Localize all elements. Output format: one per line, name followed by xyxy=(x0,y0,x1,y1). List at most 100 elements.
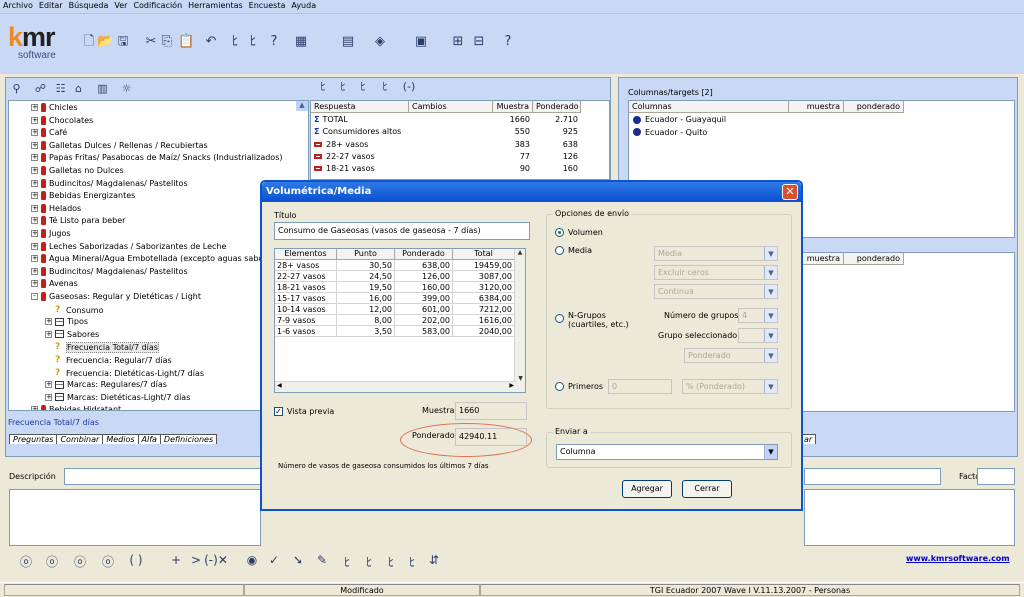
weight-b-icon[interactable]: ﾋ xyxy=(333,80,353,93)
target2-header[interactable]: ponderado xyxy=(844,253,904,265)
weight-d-icon[interactable]: ﾋ xyxy=(375,80,395,93)
chart-icon[interactable]: ▣ xyxy=(413,34,429,50)
tree-item[interactable]: - Gaseosas: Regular y Dietéticas / Light xyxy=(31,291,201,304)
weight-c-icon[interactable]: ﾋ xyxy=(353,80,373,93)
menu-1[interactable]: Editar xyxy=(36,0,66,11)
response-row[interactable]: 18-21 vasos 90 160 xyxy=(311,163,609,175)
expand-icon[interactable]: + xyxy=(45,381,52,389)
scroll-right-icon[interactable]: ▶ xyxy=(509,382,514,389)
radio-icon[interactable] xyxy=(555,382,564,391)
eye-icon[interactable]: ◉ xyxy=(240,553,264,567)
new-file-icon[interactable]: 🗋 xyxy=(81,34,97,50)
table-icon[interactable]: ▤ xyxy=(340,34,356,50)
expand-icon[interactable]: + xyxy=(31,129,38,137)
collapse-icon[interactable]: - xyxy=(31,293,38,300)
tab-2[interactable]: Medios xyxy=(102,434,139,444)
titulo-input[interactable]: Consumo de Gaseosas (vasos de gaseosa - … xyxy=(274,222,530,240)
sort-icon[interactable]: ⇵ xyxy=(422,553,446,567)
tree-item[interactable]: + Helados xyxy=(31,203,81,216)
menu-4[interactable]: Codificación xyxy=(130,0,185,11)
tree-item[interactable]: + Bebidas Energizantes xyxy=(31,190,135,203)
agregar-button[interactable]: Agregar xyxy=(622,480,672,498)
target-header[interactable]: Columnas xyxy=(629,101,789,113)
weight-s-icon[interactable]: ﾋ xyxy=(227,34,243,50)
chevron-down-icon[interactable]: ▼ xyxy=(764,445,777,459)
tree-item[interactable]: + Avenas xyxy=(31,278,78,291)
help-icon[interactable]: ? xyxy=(266,34,282,50)
weight-icon[interactable]: ﾋ xyxy=(335,553,359,570)
grid-tool-icon[interactable]: ▥ xyxy=(96,82,109,95)
menu-7[interactable]: Ayuda xyxy=(288,0,319,11)
expand-icon[interactable]: + xyxy=(45,393,52,401)
response-header[interactable]: Respuesta xyxy=(311,101,409,113)
binoculars-icon[interactable]: ⚲ xyxy=(10,82,23,95)
expand-icon[interactable]: + xyxy=(31,167,38,174)
expand-icon[interactable]: + xyxy=(31,230,38,237)
circle-a-icon[interactable]: ⓞ xyxy=(14,553,38,570)
grid-row[interactable]: 7-9 vasos 8,00 202,00 1616,00 xyxy=(275,315,515,326)
radio-volumen[interactable]: Volumen xyxy=(555,228,603,237)
factor-input[interactable] xyxy=(977,468,1015,485)
question-icon[interactable]: ? xyxy=(500,34,516,50)
circle-b-icon[interactable]: ⓞ xyxy=(40,553,64,570)
open-folder-icon[interactable]: 📂 xyxy=(97,34,113,50)
elements-grid[interactable]: Elementos Punto Ponderado Total 28+ vasos 30… xyxy=(274,248,526,393)
tree-item[interactable]: + Budincitos/ Magdalenas/ Pastelitos xyxy=(31,178,188,191)
tree-item[interactable]: + Leches Saborizadas / Saborizantes de Le… xyxy=(31,241,226,254)
bracket-icon[interactable]: (-) xyxy=(399,80,419,93)
tree-item[interactable]: + Tipos xyxy=(45,316,88,329)
expand-icon[interactable]: + xyxy=(31,280,38,288)
tree-scroll-up[interactable]: ▲ xyxy=(296,101,308,111)
expand-icon[interactable]: + xyxy=(31,154,38,162)
response-header[interactable]: Muestra xyxy=(493,101,533,113)
target-row[interactable]: Ecuador - Guayaquil xyxy=(633,114,726,126)
radio-ngrupos[interactable]: N-Grupos (cuartiles, etc.) xyxy=(555,311,635,329)
enviar-dropdown[interactable]: Columna ▼ xyxy=(556,444,778,460)
grid-row[interactable]: 18-21 vasos 19,50 160,00 3120,00 xyxy=(275,282,515,293)
arrow-icon[interactable]: ➘ xyxy=(286,553,310,567)
expand-icon[interactable]: + xyxy=(31,242,38,250)
tree-item[interactable]: + Budincitos/ Magdalenas/ Pastelitos xyxy=(31,266,188,279)
close-icon[interactable]: ✕ xyxy=(782,184,798,200)
target-header[interactable]: ponderado xyxy=(844,101,904,113)
expand-icon[interactable]: + xyxy=(31,406,38,410)
tree-item[interactable]: + Café xyxy=(31,127,67,140)
response-row[interactable]: Σ TOTAL 1660 2.710 xyxy=(311,114,609,126)
description-textarea[interactable] xyxy=(9,489,261,546)
weight-s2-icon[interactable]: ﾋ xyxy=(245,34,261,50)
weight2-icon[interactable]: ﾋ xyxy=(357,553,381,570)
circle-d-icon[interactable]: ⓞ xyxy=(96,553,120,570)
grid-header[interactable]: Elementos xyxy=(275,249,337,260)
expand-icon[interactable]: + xyxy=(31,255,38,263)
tree-item[interactable]: + Té Listo para beber xyxy=(31,215,125,228)
tree-item[interactable]: + Chocolates xyxy=(31,115,93,128)
description-textarea-tail[interactable] xyxy=(804,489,1015,546)
menu-3[interactable]: Ver xyxy=(111,0,130,11)
tab-3[interactable]: Alfa xyxy=(137,434,161,444)
grid-row[interactable]: 28+ vasos 30,50 638,00 19459,00 xyxy=(275,260,515,271)
grid-row[interactable]: 10-14 vasos 12,00 601,00 7212,00 xyxy=(275,304,515,315)
response-list[interactable]: Respuesta Cambios Muestra Ponderado Σ TOTAL 1… xyxy=(310,100,610,180)
cerrar-button[interactable]: Cerrar xyxy=(682,480,732,498)
paste-icon[interactable]: 📋 xyxy=(178,34,194,50)
radio-icon[interactable] xyxy=(555,246,564,255)
expand-icon[interactable]: + xyxy=(31,217,38,225)
tree-item[interactable]: + Bebidas Hidratant... xyxy=(31,404,129,410)
tree-item[interactable]: + Sabores xyxy=(45,329,99,342)
tab-1[interactable]: Combinar xyxy=(56,434,104,444)
response-header[interactable]: Ponderado xyxy=(533,101,581,113)
lamp-icon[interactable]: ☼ xyxy=(120,82,133,95)
expand-icon[interactable]: + xyxy=(31,141,38,149)
grid-row[interactable]: 15-17 vasos 16,00 399,00 6384,00 xyxy=(275,293,515,304)
tree-item[interactable]: ? Frecuencia: Regular/7 días xyxy=(45,354,172,367)
save-icon[interactable]: 🖫 xyxy=(115,34,131,50)
tree-item[interactable]: + Galletas Dulces / Rellenas / Recubierta… xyxy=(31,140,208,153)
menu-2[interactable]: Búsqueda xyxy=(66,0,112,11)
expand-icon[interactable]: + xyxy=(31,192,38,200)
tree-item[interactable]: ? Frecuencia: Dietéticas-Light/7 días xyxy=(45,367,204,380)
tree-item[interactable]: + Jugos xyxy=(31,228,71,241)
checkbox-checked-icon[interactable]: ✓ xyxy=(274,407,283,416)
check-icon[interactable]: ✓ xyxy=(262,553,286,567)
tree-item[interactable]: + Agua Mineral/Agua Embotellada (excepto … xyxy=(31,253,263,266)
menu-5[interactable]: Herramientas xyxy=(185,0,246,11)
